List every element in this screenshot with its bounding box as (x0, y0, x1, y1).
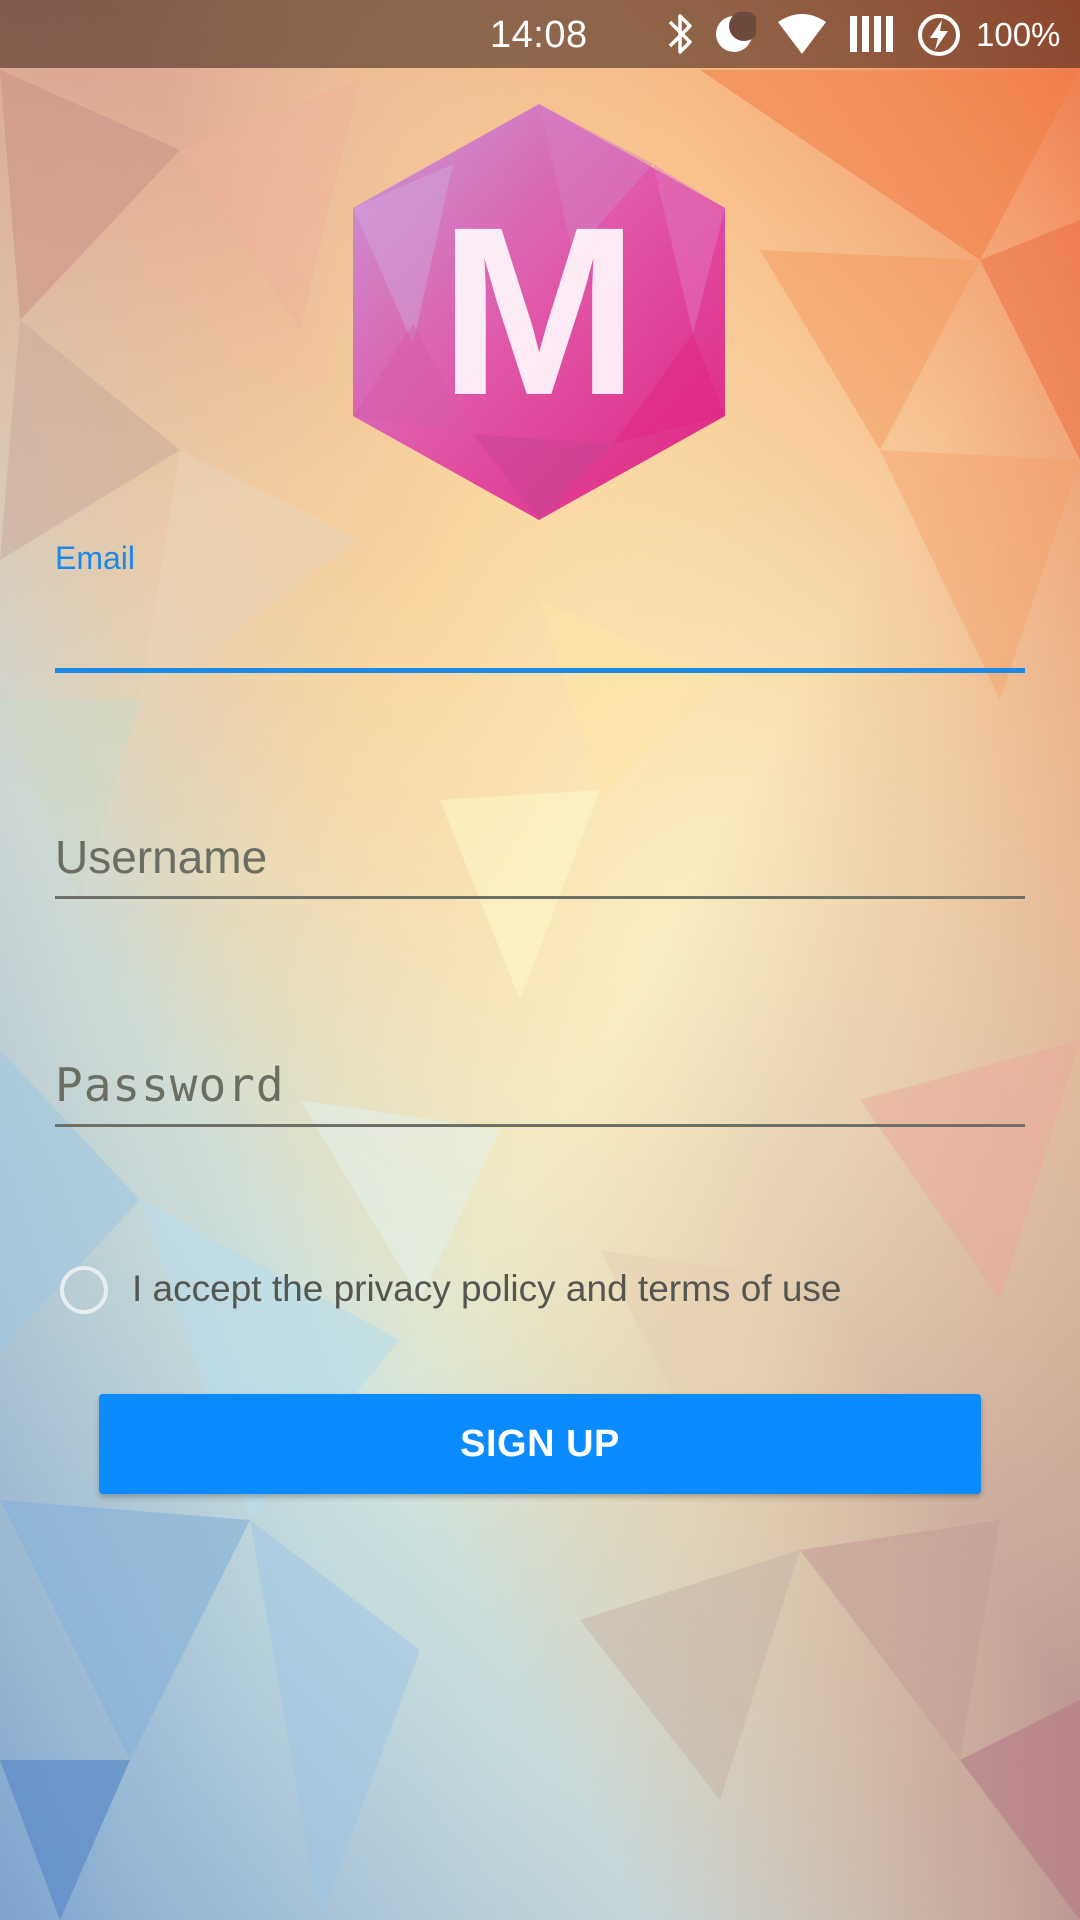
email-label: Email (55, 540, 136, 576)
terms-checkbox[interactable] (60, 1266, 108, 1314)
username-field[interactable]: Username (55, 820, 1025, 902)
wifi-icon (778, 14, 826, 54)
status-time: 14:08 (490, 14, 588, 56)
status-bar: 14:08 100% (0, 0, 1080, 68)
battery-charging-icon (918, 14, 960, 56)
logo-letter: M (439, 177, 639, 445)
username-placeholder: Username (55, 831, 268, 883)
app-logo: M (353, 104, 725, 520)
do-not-disturb-moon-icon (716, 12, 756, 52)
password-underline (55, 1124, 1025, 1127)
battery-percent: 100% (976, 16, 1061, 53)
email-field[interactable]: Email (55, 540, 1025, 680)
bluetooth-icon (668, 14, 692, 54)
terms-checkbox-row[interactable]: I accept the privacy policy and terms of… (60, 1262, 1020, 1322)
terms-label: I accept the privacy policy and terms of… (132, 1268, 842, 1309)
sign-up-button[interactable]: SIGN UP (99, 1394, 981, 1494)
username-underline (55, 896, 1025, 899)
email-underline (55, 668, 1025, 673)
signal-bars-icon (850, 16, 893, 52)
password-field[interactable]: Password (55, 1048, 1025, 1130)
password-placeholder: Password (55, 1058, 285, 1112)
